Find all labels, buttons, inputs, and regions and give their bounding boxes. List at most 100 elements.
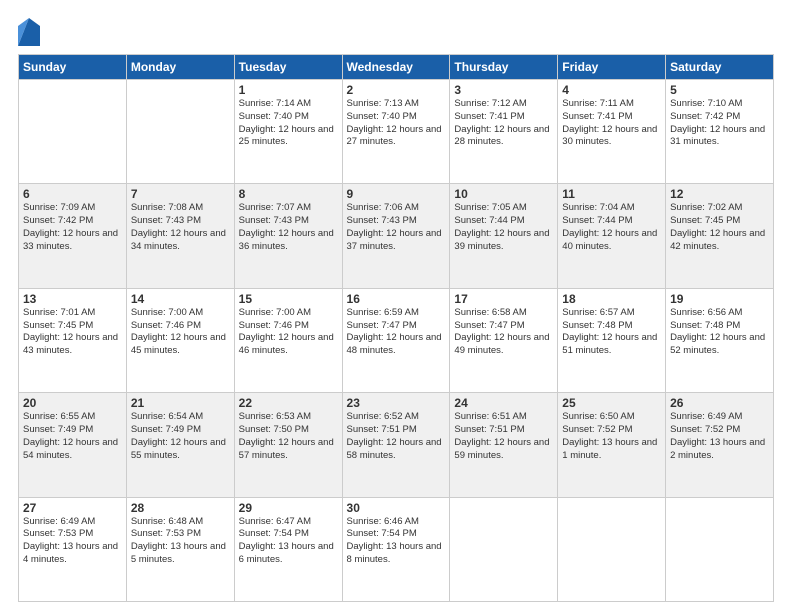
calendar-cell: 27Sunrise: 6:49 AM Sunset: 7:53 PM Dayli… xyxy=(19,497,127,601)
day-info: Sunrise: 7:14 AM Sunset: 7:40 PM Dayligh… xyxy=(239,98,338,149)
day-number: 12 xyxy=(670,187,769,201)
calendar-cell: 23Sunrise: 6:52 AM Sunset: 7:51 PM Dayli… xyxy=(342,393,450,497)
day-info: Sunrise: 7:04 AM Sunset: 7:44 PM Dayligh… xyxy=(562,202,661,253)
calendar-cell xyxy=(126,80,234,184)
calendar-cell: 6Sunrise: 7:09 AM Sunset: 7:42 PM Daylig… xyxy=(19,184,127,288)
calendar-cell xyxy=(558,497,666,601)
day-number: 27 xyxy=(23,501,122,515)
calendar-cell: 15Sunrise: 7:00 AM Sunset: 7:46 PM Dayli… xyxy=(234,288,342,392)
day-info: Sunrise: 7:02 AM Sunset: 7:45 PM Dayligh… xyxy=(670,202,769,253)
calendar-cell: 3Sunrise: 7:12 AM Sunset: 7:41 PM Daylig… xyxy=(450,80,558,184)
day-info: Sunrise: 6:55 AM Sunset: 7:49 PM Dayligh… xyxy=(23,411,122,462)
day-info: Sunrise: 7:01 AM Sunset: 7:45 PM Dayligh… xyxy=(23,307,122,358)
day-info: Sunrise: 6:57 AM Sunset: 7:48 PM Dayligh… xyxy=(562,307,661,358)
calendar-cell: 11Sunrise: 7:04 AM Sunset: 7:44 PM Dayli… xyxy=(558,184,666,288)
day-number: 19 xyxy=(670,292,769,306)
day-info: Sunrise: 6:51 AM Sunset: 7:51 PM Dayligh… xyxy=(454,411,553,462)
day-info: Sunrise: 7:00 AM Sunset: 7:46 PM Dayligh… xyxy=(239,307,338,358)
week-row-3: 13Sunrise: 7:01 AM Sunset: 7:45 PM Dayli… xyxy=(19,288,774,392)
calendar-cell xyxy=(450,497,558,601)
day-number: 3 xyxy=(454,83,553,97)
weekday-header-row: SundayMondayTuesdayWednesdayThursdayFrid… xyxy=(19,55,774,80)
calendar-cell: 16Sunrise: 6:59 AM Sunset: 7:47 PM Dayli… xyxy=(342,288,450,392)
day-info: Sunrise: 6:49 AM Sunset: 7:53 PM Dayligh… xyxy=(23,516,122,567)
day-info: Sunrise: 7:07 AM Sunset: 7:43 PM Dayligh… xyxy=(239,202,338,253)
day-number: 9 xyxy=(347,187,446,201)
calendar-cell: 14Sunrise: 7:00 AM Sunset: 7:46 PM Dayli… xyxy=(126,288,234,392)
calendar-cell xyxy=(666,497,774,601)
day-info: Sunrise: 6:50 AM Sunset: 7:52 PM Dayligh… xyxy=(562,411,661,462)
calendar-cell: 28Sunrise: 6:48 AM Sunset: 7:53 PM Dayli… xyxy=(126,497,234,601)
day-number: 2 xyxy=(347,83,446,97)
day-info: Sunrise: 7:12 AM Sunset: 7:41 PM Dayligh… xyxy=(454,98,553,149)
calendar-cell: 22Sunrise: 6:53 AM Sunset: 7:50 PM Dayli… xyxy=(234,393,342,497)
day-info: Sunrise: 7:00 AM Sunset: 7:46 PM Dayligh… xyxy=(131,307,230,358)
calendar-cell: 8Sunrise: 7:07 AM Sunset: 7:43 PM Daylig… xyxy=(234,184,342,288)
calendar-cell: 17Sunrise: 6:58 AM Sunset: 7:47 PM Dayli… xyxy=(450,288,558,392)
day-number: 18 xyxy=(562,292,661,306)
calendar-cell: 25Sunrise: 6:50 AM Sunset: 7:52 PM Dayli… xyxy=(558,393,666,497)
day-info: Sunrise: 6:54 AM Sunset: 7:49 PM Dayligh… xyxy=(131,411,230,462)
week-row-2: 6Sunrise: 7:09 AM Sunset: 7:42 PM Daylig… xyxy=(19,184,774,288)
day-number: 20 xyxy=(23,396,122,410)
day-number: 13 xyxy=(23,292,122,306)
day-number: 11 xyxy=(562,187,661,201)
header xyxy=(18,18,774,46)
day-number: 26 xyxy=(670,396,769,410)
day-info: Sunrise: 6:59 AM Sunset: 7:47 PM Dayligh… xyxy=(347,307,446,358)
day-info: Sunrise: 7:06 AM Sunset: 7:43 PM Dayligh… xyxy=(347,202,446,253)
logo-icon xyxy=(18,18,40,46)
calendar-cell: 20Sunrise: 6:55 AM Sunset: 7:49 PM Dayli… xyxy=(19,393,127,497)
day-info: Sunrise: 6:46 AM Sunset: 7:54 PM Dayligh… xyxy=(347,516,446,567)
day-number: 4 xyxy=(562,83,661,97)
day-number: 14 xyxy=(131,292,230,306)
day-info: Sunrise: 6:52 AM Sunset: 7:51 PM Dayligh… xyxy=(347,411,446,462)
day-number: 15 xyxy=(239,292,338,306)
calendar-cell: 1Sunrise: 7:14 AM Sunset: 7:40 PM Daylig… xyxy=(234,80,342,184)
calendar-cell xyxy=(19,80,127,184)
calendar-cell: 7Sunrise: 7:08 AM Sunset: 7:43 PM Daylig… xyxy=(126,184,234,288)
day-number: 1 xyxy=(239,83,338,97)
day-info: Sunrise: 6:53 AM Sunset: 7:50 PM Dayligh… xyxy=(239,411,338,462)
day-number: 29 xyxy=(239,501,338,515)
calendar-cell: 5Sunrise: 7:10 AM Sunset: 7:42 PM Daylig… xyxy=(666,80,774,184)
calendar-cell: 18Sunrise: 6:57 AM Sunset: 7:48 PM Dayli… xyxy=(558,288,666,392)
day-info: Sunrise: 6:58 AM Sunset: 7:47 PM Dayligh… xyxy=(454,307,553,358)
day-number: 23 xyxy=(347,396,446,410)
calendar-cell: 2Sunrise: 7:13 AM Sunset: 7:40 PM Daylig… xyxy=(342,80,450,184)
week-row-5: 27Sunrise: 6:49 AM Sunset: 7:53 PM Dayli… xyxy=(19,497,774,601)
day-number: 28 xyxy=(131,501,230,515)
calendar-cell: 19Sunrise: 6:56 AM Sunset: 7:48 PM Dayli… xyxy=(666,288,774,392)
day-number: 8 xyxy=(239,187,338,201)
day-number: 24 xyxy=(454,396,553,410)
day-number: 16 xyxy=(347,292,446,306)
logo xyxy=(18,18,42,46)
week-row-1: 1Sunrise: 7:14 AM Sunset: 7:40 PM Daylig… xyxy=(19,80,774,184)
calendar-cell: 12Sunrise: 7:02 AM Sunset: 7:45 PM Dayli… xyxy=(666,184,774,288)
weekday-header-monday: Monday xyxy=(126,55,234,80)
weekday-header-wednesday: Wednesday xyxy=(342,55,450,80)
day-info: Sunrise: 7:10 AM Sunset: 7:42 PM Dayligh… xyxy=(670,98,769,149)
day-info: Sunrise: 6:56 AM Sunset: 7:48 PM Dayligh… xyxy=(670,307,769,358)
day-info: Sunrise: 6:48 AM Sunset: 7:53 PM Dayligh… xyxy=(131,516,230,567)
week-row-4: 20Sunrise: 6:55 AM Sunset: 7:49 PM Dayli… xyxy=(19,393,774,497)
calendar-cell: 30Sunrise: 6:46 AM Sunset: 7:54 PM Dayli… xyxy=(342,497,450,601)
calendar-cell: 21Sunrise: 6:54 AM Sunset: 7:49 PM Dayli… xyxy=(126,393,234,497)
day-info: Sunrise: 7:13 AM Sunset: 7:40 PM Dayligh… xyxy=(347,98,446,149)
day-number: 10 xyxy=(454,187,553,201)
weekday-header-thursday: Thursday xyxy=(450,55,558,80)
day-info: Sunrise: 6:47 AM Sunset: 7:54 PM Dayligh… xyxy=(239,516,338,567)
calendar-cell: 24Sunrise: 6:51 AM Sunset: 7:51 PM Dayli… xyxy=(450,393,558,497)
day-info: Sunrise: 7:05 AM Sunset: 7:44 PM Dayligh… xyxy=(454,202,553,253)
day-info: Sunrise: 6:49 AM Sunset: 7:52 PM Dayligh… xyxy=(670,411,769,462)
day-info: Sunrise: 7:11 AM Sunset: 7:41 PM Dayligh… xyxy=(562,98,661,149)
calendar-table: SundayMondayTuesdayWednesdayThursdayFrid… xyxy=(18,54,774,602)
weekday-header-tuesday: Tuesday xyxy=(234,55,342,80)
calendar-cell: 29Sunrise: 6:47 AM Sunset: 7:54 PM Dayli… xyxy=(234,497,342,601)
weekday-header-friday: Friday xyxy=(558,55,666,80)
weekday-header-sunday: Sunday xyxy=(19,55,127,80)
page: SundayMondayTuesdayWednesdayThursdayFrid… xyxy=(0,0,792,612)
day-number: 6 xyxy=(23,187,122,201)
calendar-cell: 13Sunrise: 7:01 AM Sunset: 7:45 PM Dayli… xyxy=(19,288,127,392)
day-number: 7 xyxy=(131,187,230,201)
